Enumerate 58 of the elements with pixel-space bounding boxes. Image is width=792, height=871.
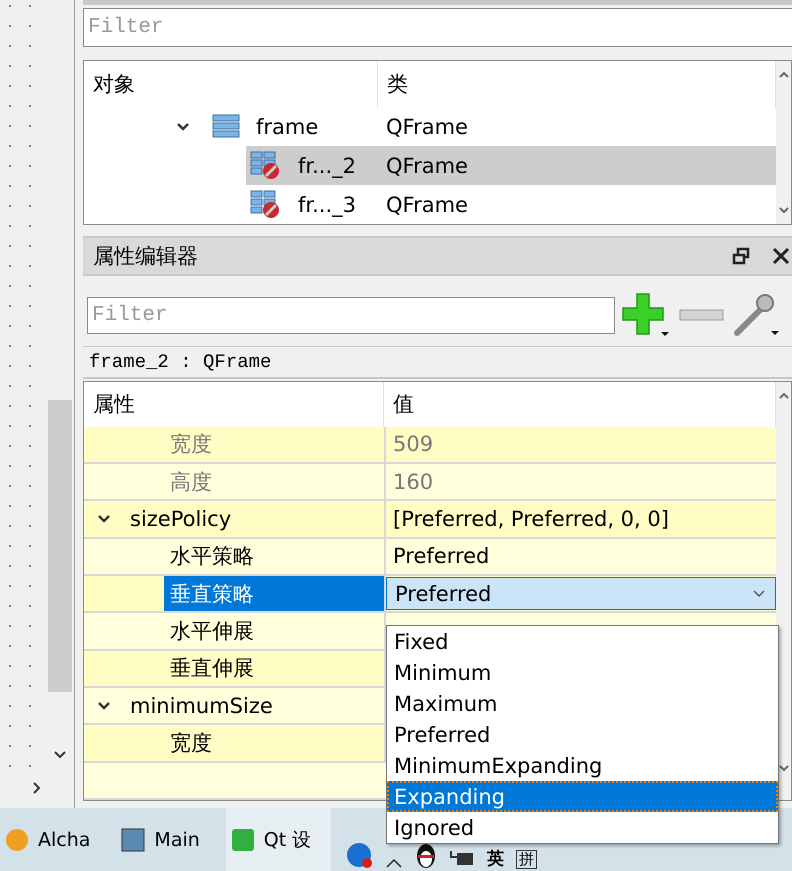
vertical-scrollbar[interactable] bbox=[776, 382, 791, 800]
scroll-right-icon[interactable] bbox=[32, 781, 42, 795]
property-name[interactable]: 宽度 bbox=[164, 725, 384, 761]
class-name: QFrame bbox=[385, 114, 469, 139]
float-icon[interactable] bbox=[732, 247, 750, 265]
object-name: fr..._2 bbox=[298, 154, 356, 178]
taskbar-app[interactable]: Qt 设 bbox=[226, 808, 332, 871]
class-name: QFrame bbox=[385, 154, 469, 178]
app-icon bbox=[230, 826, 256, 852]
penguin-icon[interactable] bbox=[415, 841, 438, 869]
property-name[interactable]: 水平策略 bbox=[164, 538, 384, 574]
blocked-frame-icon bbox=[250, 150, 282, 181]
scroll-down-icon[interactable] bbox=[778, 764, 788, 772]
object-name: fr..._3 bbox=[298, 192, 356, 217]
property-filter-field[interactable]: Filter bbox=[87, 296, 615, 334]
scroll-up-icon[interactable] bbox=[778, 392, 788, 400]
app-icon bbox=[120, 826, 146, 852]
chevron-down-icon[interactable] bbox=[176, 122, 190, 132]
vertical-scrollbar[interactable] bbox=[776, 61, 791, 224]
dropdown-option[interactable]: Ignored bbox=[387, 812, 778, 843]
dropdown-option[interactable]: Fixed bbox=[387, 626, 778, 657]
input-language[interactable]: 英 bbox=[487, 850, 504, 869]
close-icon[interactable] bbox=[772, 247, 790, 265]
object-label: frame_2 : QFrame bbox=[89, 351, 272, 373]
dropdown-option[interactable]: Maximum bbox=[387, 688, 778, 719]
property-name[interactable]: minimumSize bbox=[124, 688, 384, 724]
chevron-down-icon[interactable] bbox=[97, 700, 111, 711]
scroll-down-icon[interactable] bbox=[778, 206, 788, 214]
dropdown-option[interactable]: Minimum bbox=[387, 657, 778, 688]
taskbar-app[interactable]: Alcha bbox=[0, 808, 110, 871]
input-mode[interactable]: 拼 bbox=[516, 850, 538, 869]
chevron-down-icon[interactable] bbox=[97, 514, 111, 524]
property-name[interactable]: 垂直策略 bbox=[164, 576, 384, 612]
scroll-up-icon[interactable] bbox=[778, 71, 788, 79]
column-header[interactable]: 对象 bbox=[84, 61, 378, 108]
tree-row[interactable]: fr..._3 QFrame bbox=[84, 185, 776, 224]
property-name[interactable]: 水平伸展 bbox=[164, 613, 384, 649]
property-name[interactable]: sizePolicy bbox=[124, 501, 384, 537]
property-name[interactable]: 垂直伸展 bbox=[164, 650, 384, 686]
value-combo-box[interactable]: Preferred bbox=[386, 577, 776, 610]
taskbar-app[interactable]: Main bbox=[116, 808, 220, 871]
tree-row[interactable]: frame QFrame bbox=[84, 108, 776, 146]
configure-button[interactable] bbox=[731, 291, 779, 339]
frame-icon bbox=[212, 114, 240, 140]
dropdown-option[interactable]: Expanding bbox=[387, 781, 778, 812]
dropdown-option[interactable]: Preferred bbox=[387, 719, 778, 750]
scroll-down-icon[interactable] bbox=[52, 750, 66, 760]
property-value[interactable]: Preferred bbox=[386, 538, 776, 574]
help-icon[interactable] bbox=[345, 841, 374, 869]
dropdown-option[interactable]: MinimumExpanding bbox=[387, 750, 778, 781]
property-value[interactable]: [Preferred, Preferred, 0, 0] bbox=[386, 501, 776, 537]
blocked-frame-icon bbox=[250, 190, 282, 220]
object-filter-field[interactable]: Filter bbox=[83, 8, 792, 47]
object-name: frame bbox=[256, 114, 318, 139]
class-name: QFrame bbox=[385, 192, 469, 217]
app-icon bbox=[4, 826, 30, 852]
chevron-up-icon[interactable] bbox=[385, 857, 404, 869]
panel-title: 属性编辑器 bbox=[93, 243, 199, 270]
